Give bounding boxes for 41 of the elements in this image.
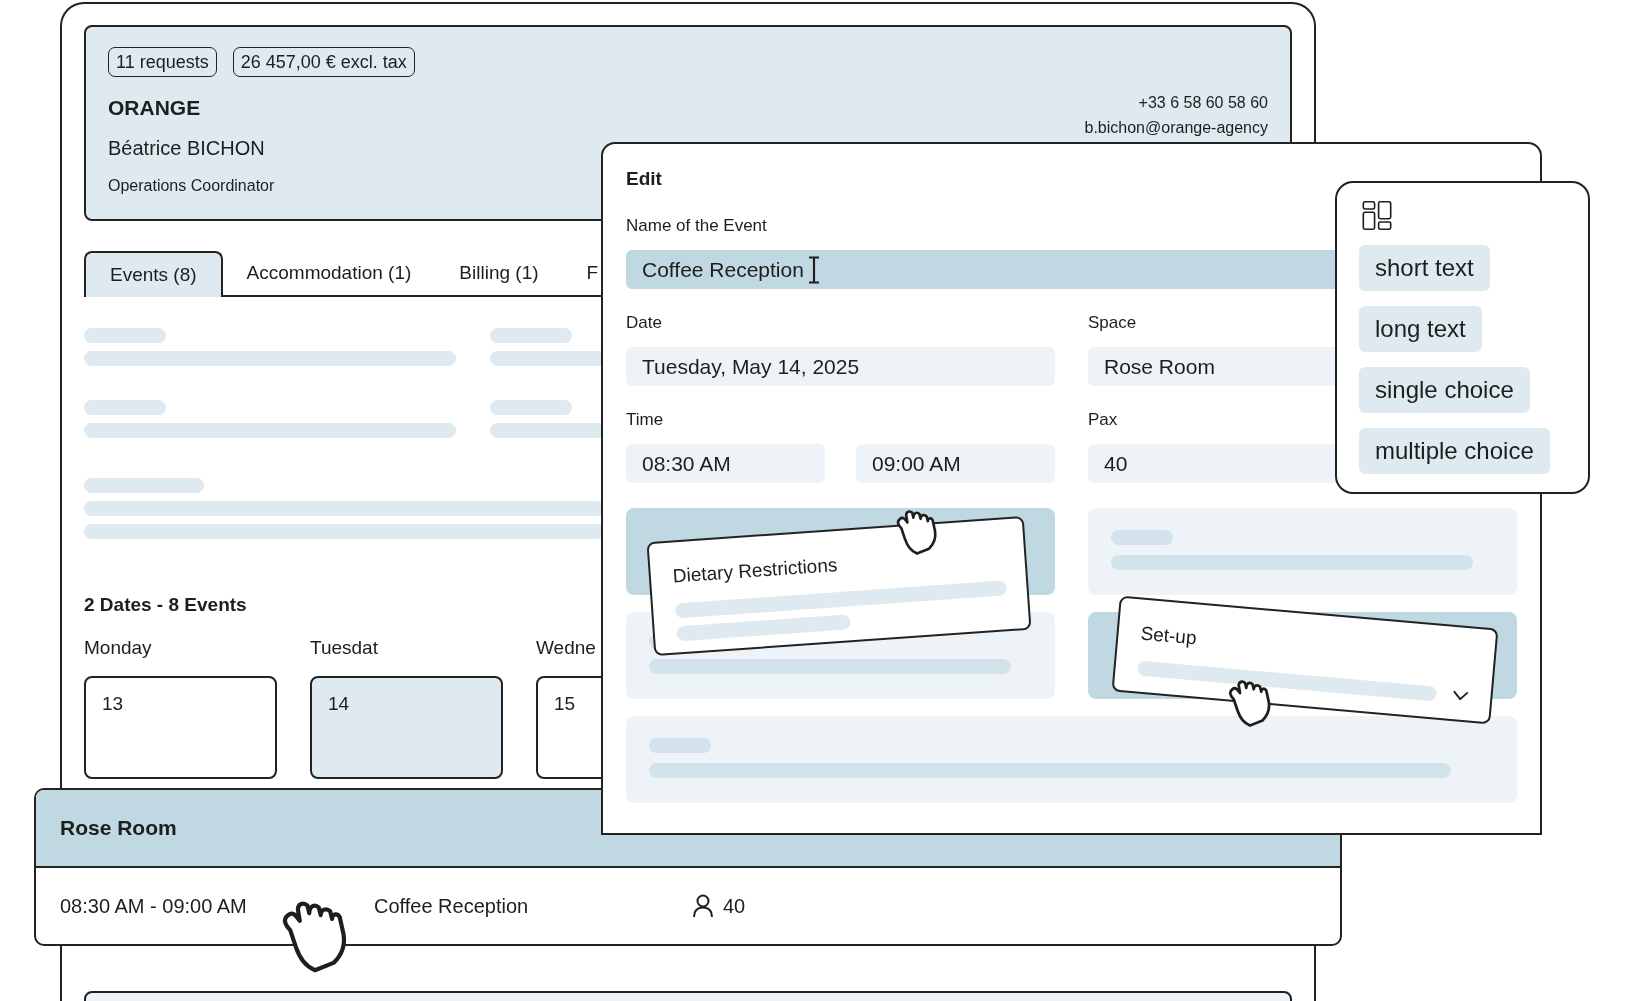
dialog-title: Edit — [626, 168, 662, 190]
event-time: 08:30 AM - 09:00 AM — [60, 894, 248, 919]
day-number: 13 — [102, 693, 124, 714]
date-field[interactable]: Tuesday, May 14, 2025 — [626, 347, 1055, 386]
text-cursor-icon — [807, 255, 820, 284]
card-title: Dietary Restrictions — [671, 553, 839, 589]
event-name[interactable]: Coffee Reception — [374, 891, 692, 921]
weekday-label: Monday — [84, 635, 152, 660]
field-label: Time — [626, 409, 664, 431]
tab[interactable]: Billing (1) — [435, 251, 563, 297]
person-icon — [692, 894, 714, 918]
company-name: ORANGE — [108, 95, 202, 120]
calendar-title: 2 Dates - 8 Events — [84, 593, 247, 617]
time-field[interactable]: 08:30 AM — [626, 444, 825, 483]
weekday-label: Tuesdat — [310, 635, 378, 660]
field-value: Coffee Reception — [642, 256, 804, 283]
field-label: Name of the Event — [626, 215, 767, 237]
tab[interactable]: Events (8) — [84, 251, 223, 297]
field-label: Pax — [1088, 409, 1118, 431]
field-type-option[interactable]: single choice — [1359, 367, 1530, 413]
time-field[interactable]: 09:00 AM — [856, 444, 1055, 483]
field-label: Date — [626, 312, 662, 334]
day-cell[interactable]: 13 — [84, 676, 277, 779]
contact-name: Béatrice BICHON — [108, 136, 266, 160]
pax-count: 40 — [723, 894, 746, 919]
phone-number: +33 6 58 60 58 60 — [1137, 93, 1268, 112]
day-cell[interactable]: 14 — [310, 676, 503, 779]
weekday-label: Wedne — [536, 635, 596, 660]
field-type-option[interactable]: long text — [1359, 306, 1482, 352]
field-label: Space — [1088, 312, 1137, 334]
day-number: 14 — [328, 693, 350, 714]
field-type-option[interactable]: multiple choice — [1359, 428, 1550, 474]
email-address: b.bichon@orange-agency — [1084, 118, 1268, 137]
contact-role: Operations Coordinator — [108, 176, 275, 195]
count-badge: 11 requests — [108, 47, 217, 77]
chevron-down-icon — [1452, 690, 1469, 702]
field-type-option[interactable]: short text — [1359, 245, 1490, 291]
card-title: Set-up — [1139, 621, 1199, 651]
tab[interactable]: Accommodation (1) — [222, 251, 436, 297]
count-badge: 26 457,00 € excl. tax — [232, 47, 415, 77]
day-number: 15 — [554, 693, 576, 714]
